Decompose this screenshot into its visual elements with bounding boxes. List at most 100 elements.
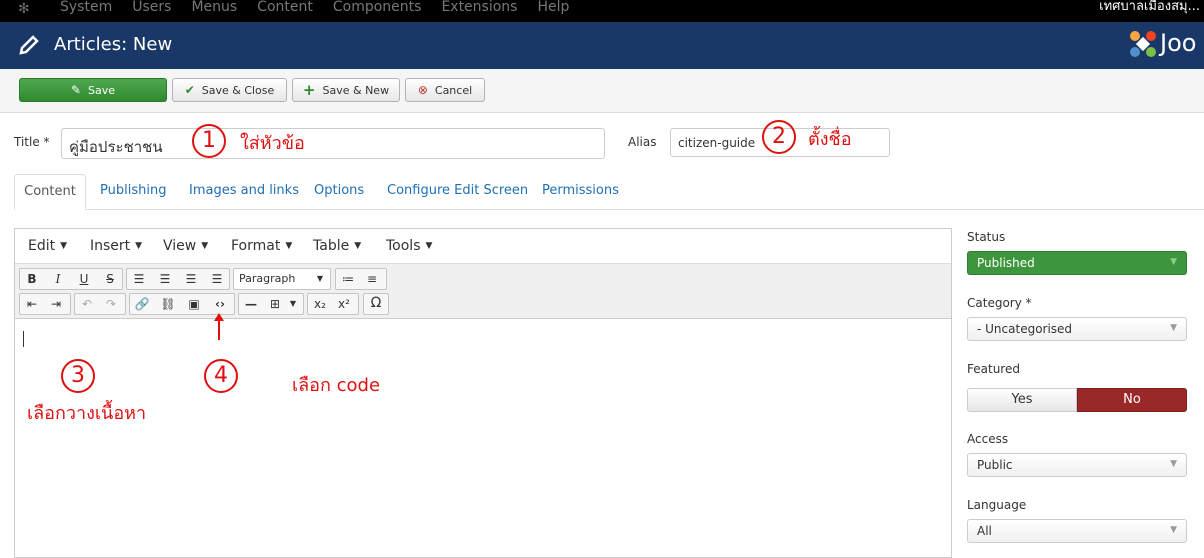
editor-menu-table-label: Table (313, 238, 350, 254)
editor-menu-tools-label: Tools (386, 238, 421, 254)
cancel-button[interactable]: ⊗ Cancel (405, 78, 485, 102)
superscript-icon[interactable]: x² (334, 297, 354, 311)
tab-images-and-links[interactable]: Images and links (189, 174, 299, 210)
horizontal-rule-icon[interactable]: — (241, 297, 261, 311)
caret-down-icon: ▼ (425, 241, 433, 251)
underline-icon[interactable]: U (74, 272, 94, 286)
annotation-text-2: ตั้งชื่อ (808, 129, 852, 150)
caret-down-icon: ▼ (135, 241, 143, 251)
featured-yes-button[interactable]: Yes (967, 388, 1077, 412)
menu-menus[interactable]: Menus (191, 0, 237, 22)
pencil-icon (19, 35, 39, 55)
status-label: Status (967, 230, 1006, 244)
numbered-list-icon[interactable]: ≡ (362, 272, 382, 286)
format-select-value: Paragraph (239, 272, 296, 285)
alias-value: citizen-guide (678, 136, 756, 150)
title-input[interactable]: คู่มือประชาชน (61, 128, 605, 159)
outdent-icon[interactable]: ⇤ (22, 297, 42, 311)
title-value: คู่มือประชาชน (69, 138, 163, 156)
cancel-circle-icon: ⊗ (417, 83, 428, 97)
menu-components[interactable]: Components (333, 0, 422, 22)
editor-menu-edit[interactable]: Edit ▼ (28, 238, 67, 254)
access-select[interactable]: Public ▼ (967, 453, 1187, 477)
menu-content[interactable]: Content (257, 0, 313, 22)
annotation-number-1: 1 (192, 124, 226, 158)
caret-down-icon: ▼ (1170, 525, 1177, 535)
save-new-button[interactable]: + Save & New (292, 78, 400, 102)
page-header: Articles: New Joo (0, 22, 1204, 69)
bullet-list-icon[interactable]: ≔ (338, 272, 358, 286)
omega-icon[interactable]: Ω (366, 295, 386, 311)
align-justify-icon[interactable]: ☰ (207, 272, 227, 286)
editor-content-area[interactable] (15, 320, 951, 544)
article-tabs: Content Publishing Images and links Opti… (14, 174, 1204, 210)
plus-icon: + (302, 81, 316, 99)
subscript-icon[interactable]: x₂ (310, 297, 330, 311)
annotation-number-2: 2 (762, 120, 796, 154)
editor-menu-view-label: View (163, 238, 197, 254)
list-group: ≔ ≡ (335, 268, 387, 290)
tab-content[interactable]: Content (14, 174, 86, 210)
editor-menu-table[interactable]: Table ▼ (313, 238, 361, 254)
action-toolbar: ✎ Save ✔ Save & Close + Save & New ⊗ Can… (0, 69, 1204, 113)
annotation-text-4: เลือก code (292, 375, 381, 396)
align-center-icon[interactable]: ☰ (155, 272, 175, 286)
featured-no-button[interactable]: No (1077, 388, 1187, 412)
align-left-icon[interactable]: ☰ (129, 272, 149, 286)
tab-options[interactable]: Options (314, 174, 364, 210)
joomla-menu-icon[interactable]: ✻ (18, 1, 30, 17)
editor-menu-format-label: Format (231, 238, 281, 254)
page-title: Articles: New (54, 34, 173, 55)
site-name-link[interactable]: เทศบาลเมืองสมุ... (1099, 0, 1200, 14)
annotation-text-1: ใส่หัวข้อ (240, 133, 305, 154)
image-icon[interactable]: ▣ (184, 297, 204, 311)
special-char-group: Ω (363, 293, 389, 315)
caret-down-icon: ▼ (354, 241, 362, 251)
edit-icon: ✎ (70, 83, 82, 97)
save-close-label: Save & Close (201, 83, 275, 97)
align-right-icon[interactable]: ☰ (181, 272, 201, 286)
table-icon[interactable]: ⊞ (265, 297, 285, 311)
annotation-arrow-icon (214, 313, 224, 340)
editor-menu-view[interactable]: View ▼ (163, 238, 208, 254)
editor-menu-edit-label: Edit (28, 238, 56, 254)
tab-configure-edit-screen[interactable]: Configure Edit Screen (387, 174, 528, 210)
caret-down-icon: ▼ (289, 299, 297, 308)
category-value: - Uncategorised (977, 322, 1073, 336)
history-group: ↶ ↷ (74, 293, 126, 315)
access-label: Access (967, 432, 1009, 446)
admin-menubar: ✻ System Users Menus Content Components … (0, 0, 1204, 22)
editor-menu-insert[interactable]: Insert ▼ (90, 238, 142, 254)
save-button[interactable]: ✎ Save (19, 78, 167, 102)
language-select[interactable]: All ▼ (967, 519, 1187, 543)
access-value: Public (977, 458, 1013, 472)
undo-icon[interactable]: ↶ (77, 297, 97, 311)
indent-icon[interactable]: ⇥ (46, 297, 66, 311)
menu-users[interactable]: Users (132, 0, 171, 22)
redo-icon[interactable]: ↷ (101, 297, 121, 311)
bold-icon[interactable]: B (22, 272, 42, 286)
save-new-label: Save & New (322, 83, 390, 97)
tab-permissions[interactable]: Permissions (542, 174, 619, 210)
menu-system[interactable]: System (60, 0, 112, 22)
menu-extensions[interactable]: Extensions (441, 0, 517, 22)
status-select[interactable]: Published ▼ (967, 251, 1187, 275)
caret-down-icon: ▼ (316, 274, 324, 283)
strikethrough-icon[interactable]: S (100, 272, 120, 286)
unlink-icon[interactable]: ⛓ (158, 297, 178, 311)
tab-publishing[interactable]: Publishing (100, 174, 166, 210)
link-icon[interactable]: 🔗 (132, 297, 152, 311)
title-label: Title * (14, 135, 50, 149)
joomla-logo-icon (1130, 31, 1156, 57)
editor-menu-format[interactable]: Format ▼ (231, 238, 292, 254)
caret-down-icon: ▼ (1170, 257, 1177, 267)
editor-menubar: Edit ▼ Insert ▼ View ▼ Format ▼ Table ▼ Tools… (15, 229, 951, 264)
italic-icon[interactable]: I (48, 272, 68, 286)
editor-menu-tools[interactable]: Tools ▼ (386, 238, 432, 254)
menu-help[interactable]: Help (537, 0, 569, 22)
category-select[interactable]: - Uncategorised ▼ (967, 317, 1187, 341)
code-icon[interactable]: ‹› (210, 297, 230, 311)
save-close-button[interactable]: ✔ Save & Close (172, 78, 287, 102)
check-icon: ✔ (184, 83, 195, 97)
format-select[interactable]: Paragraph ▼ (233, 268, 331, 290)
